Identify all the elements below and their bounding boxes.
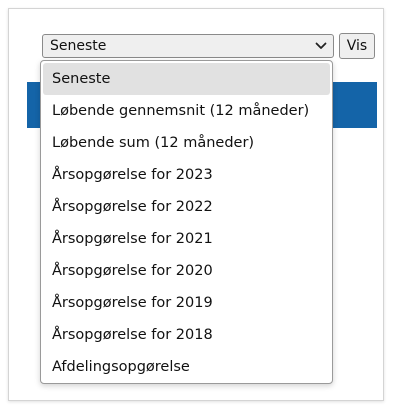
dropdown-option[interactable]: Seneste xyxy=(43,63,330,95)
dropdown-option[interactable]: Afdelingsopgørelse xyxy=(43,351,330,383)
period-select-value: Seneste xyxy=(50,38,107,54)
dropdown-option[interactable]: Løbende sum (12 måneder) xyxy=(43,127,330,159)
chevron-down-icon xyxy=(309,35,333,57)
vis-button[interactable]: Vis xyxy=(339,33,375,59)
dropdown-option[interactable]: Årsopgørelse for 2021 xyxy=(43,223,330,255)
dropdown-option[interactable]: Årsopgørelse for 2020 xyxy=(43,255,330,287)
dropdown-option[interactable]: Årsopgørelse for 2023 xyxy=(43,159,330,191)
dropdown-option[interactable]: Løbende gennemsnit (12 måneder) xyxy=(43,95,330,127)
period-dropdown-list: Seneste Løbende gennemsnit (12 måneder) … xyxy=(40,60,333,384)
dropdown-option[interactable]: Årsopgørelse for 2022 xyxy=(43,191,330,223)
dropdown-option[interactable]: Årsopgørelse for 2018 xyxy=(43,319,330,351)
dropdown-option[interactable]: Årsopgørelse for 2019 xyxy=(43,287,330,319)
page: Seneste Vis Seneste Løbende gennemsnit (… xyxy=(0,0,394,412)
period-select[interactable]: Seneste xyxy=(42,34,334,58)
